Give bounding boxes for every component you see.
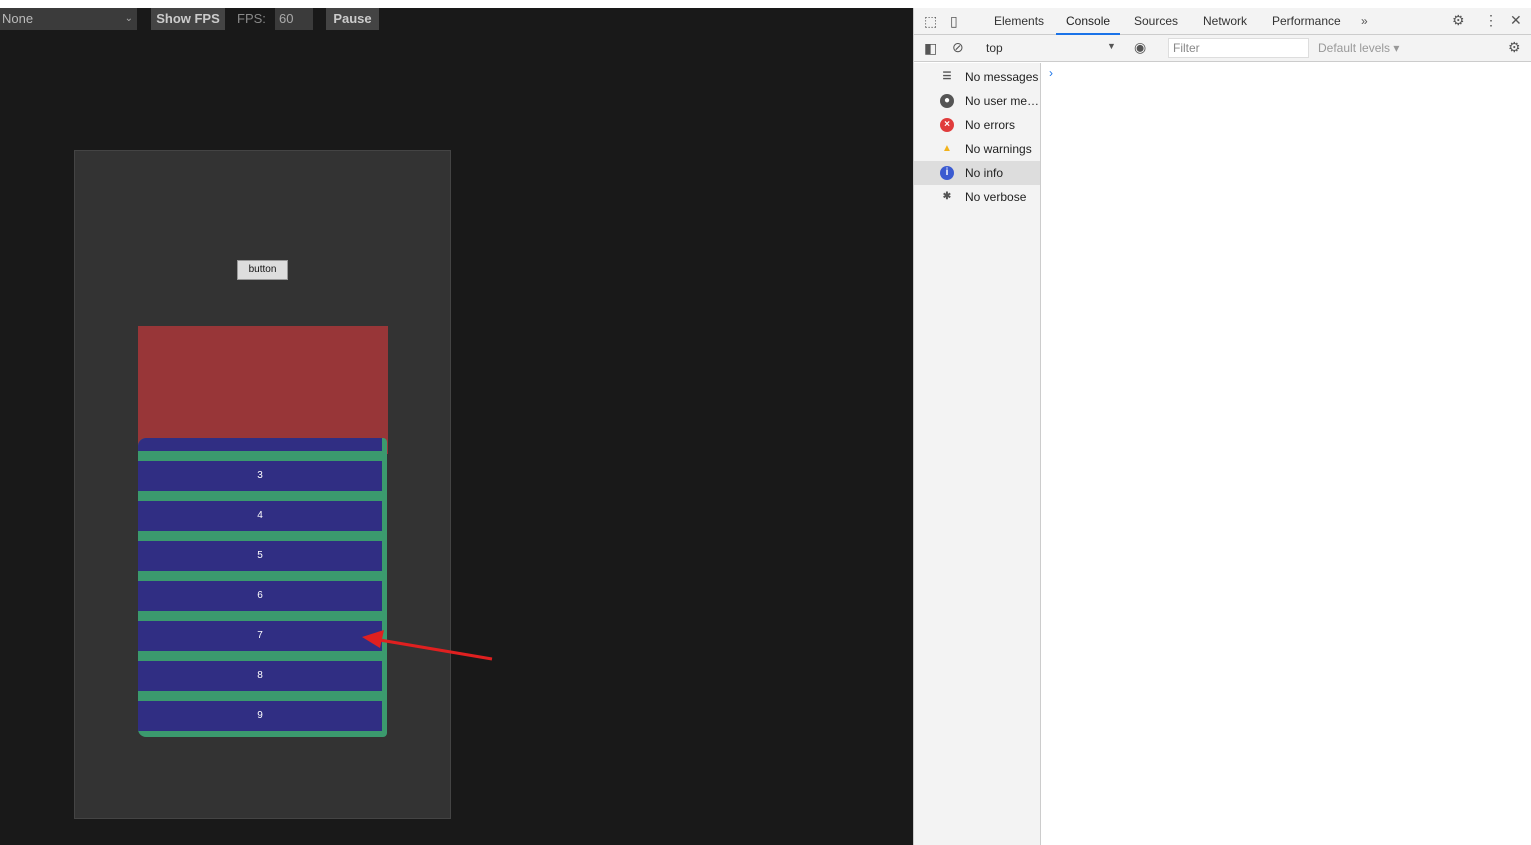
- red-box: [138, 326, 388, 454]
- info-icon: i: [940, 166, 954, 180]
- fps-label: FPS:: [237, 11, 266, 26]
- device-toggle-icon[interactable]: ▯: [950, 13, 958, 30]
- default-levels-dropdown[interactable]: Default levels ▾: [1318, 41, 1399, 55]
- tab-performance[interactable]: Performance: [1272, 8, 1341, 35]
- sidebar-item[interactable]: ✱ No verbose: [914, 185, 1040, 209]
- user-icon: ●: [940, 94, 954, 108]
- scene-select[interactable]: None ⌄: [0, 8, 137, 30]
- scroll-list[interactable]: 2 3 4 5 6 7 8 9: [138, 438, 387, 737]
- sidebar-item-label: No info: [965, 166, 1004, 180]
- bug-icon: ✱: [942, 191, 952, 202]
- list-icon: ☰: [942, 71, 952, 82]
- context-select[interactable]: top: [986, 41, 1003, 55]
- devtools-tabbar: ⬚ ▯ Elements Console Sources Network Perform…: [914, 8, 1531, 35]
- more-tabs-icon[interactable]: »: [1361, 14, 1368, 28]
- game-button[interactable]: button: [237, 260, 288, 280]
- list-row[interactable]: 6: [138, 581, 382, 611]
- sidebar-item-label: No warnings: [965, 142, 1032, 156]
- tab-sources[interactable]: Sources: [1134, 8, 1178, 35]
- chevron-down-icon: ⌄: [124, 13, 133, 24]
- devtools-panel: ⬚ ▯ Elements Console Sources Network Perform…: [913, 8, 1531, 845]
- list-row[interactable]: 5: [138, 541, 382, 571]
- eye-icon[interactable]: ◉: [1134, 39, 1146, 56]
- sidebar-item[interactable]: ☰ No messages: [914, 65, 1040, 89]
- sidebar-item-label: No errors: [965, 118, 1016, 132]
- tab-console[interactable]: Console: [1056, 8, 1121, 35]
- tab-elements[interactable]: Elements: [994, 8, 1044, 35]
- list-row[interactable]: 7: [138, 621, 382, 651]
- tab-network[interactable]: Network: [1203, 8, 1247, 35]
- console-settings-icon[interactable]: ⚙: [1508, 39, 1521, 56]
- top-strip: [0, 0, 1531, 8]
- sidebar-toggle-icon[interactable]: ◧: [924, 40, 937, 57]
- sidebar-item[interactable]: × No errors: [914, 113, 1040, 137]
- list-row[interactable]: 8: [138, 661, 382, 691]
- show-fps-button[interactable]: Show FPS: [151, 8, 225, 30]
- console-prompt[interactable]: ›: [1049, 66, 1053, 80]
- sidebar-item[interactable]: ● No user me…: [914, 89, 1040, 113]
- close-icon[interactable]: ✕: [1510, 12, 1522, 29]
- select-value: None: [2, 11, 34, 26]
- list-row[interactable]: 3: [138, 461, 382, 491]
- sidebar-item[interactable]: ▲ No warnings: [914, 137, 1040, 161]
- clear-console-icon[interactable]: ⊘: [952, 39, 964, 56]
- sidebar-item-label: No messages: [965, 70, 1039, 84]
- list-row[interactable]: 2: [138, 438, 382, 451]
- list-row[interactable]: 4: [138, 501, 382, 531]
- pause-button[interactable]: Pause: [326, 8, 379, 30]
- error-icon: ×: [940, 118, 954, 132]
- fps-input[interactable]: 60: [275, 8, 313, 30]
- inspect-icon[interactable]: ⬚: [924, 13, 937, 30]
- console-toolbar: ◧ ⊘ top ▼ ◉ Filter Default levels ▾ ⚙: [914, 35, 1531, 62]
- list-row[interactable]: 9: [138, 701, 382, 731]
- sidebar-item[interactable]: i No info: [914, 161, 1040, 185]
- filter-input[interactable]: Filter: [1168, 38, 1309, 58]
- settings-icon[interactable]: ⚙: [1452, 12, 1465, 29]
- more-menu-icon[interactable]: ⋮: [1484, 12, 1498, 29]
- sidebar-item-label: No user me…: [965, 94, 1040, 108]
- caret-down-icon[interactable]: ▼: [1107, 41, 1116, 51]
- console-sidebar: ☰ No messages ● No user me… × No errors ▲ No wa…: [914, 63, 1041, 845]
- warning-icon: ▲: [942, 143, 952, 154]
- sidebar-item-label: No verbose: [965, 190, 1027, 204]
